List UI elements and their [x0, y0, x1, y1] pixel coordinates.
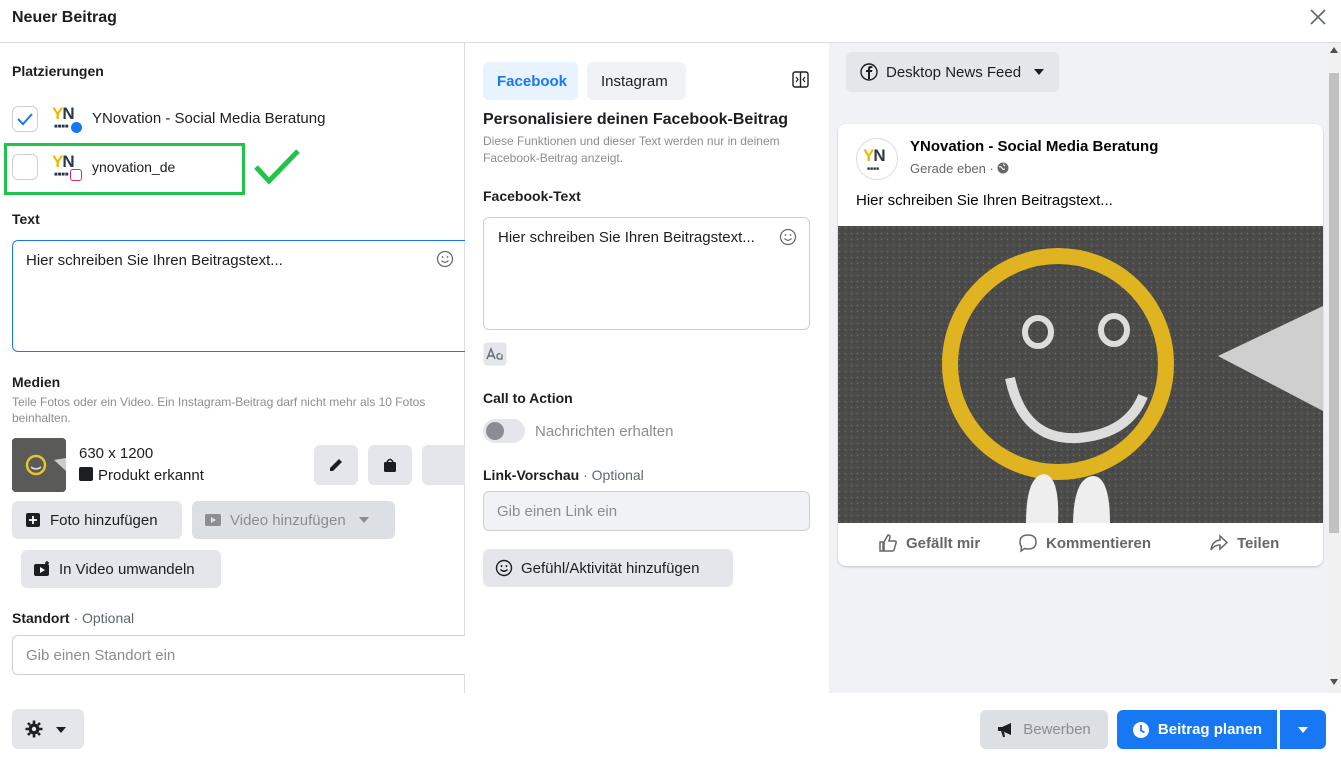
scroll-down-icon[interactable] — [1330, 679, 1338, 685]
scroll-thumb[interactable] — [1329, 73, 1339, 533]
convert-to-video-button[interactable]: In Video umwandeln — [21, 550, 221, 588]
add-photo-button[interactable]: Foto hinzufügen — [12, 501, 182, 539]
tab-instagram[interactable]: Instagram — [587, 62, 686, 100]
post-time: Gerade eben · — [910, 161, 1009, 176]
link-preview-title: Link-Vorschau · Optional — [483, 467, 644, 483]
facebook-text-input[interactable]: Hier schreiben Sie Ihren Beitragstext... — [483, 217, 810, 330]
emoji-icon[interactable] — [779, 228, 797, 246]
schedule-options-button[interactable] — [1280, 710, 1326, 749]
post-actions: Gefällt mir Kommentieren Teilen — [838, 523, 1323, 566]
media-thumbnail[interactable] — [12, 438, 66, 492]
pencil-icon — [330, 459, 342, 471]
gear-icon — [25, 720, 43, 738]
green-checkmark-icon — [254, 149, 300, 185]
cta-toggle-label: Nachrichten erhalten — [535, 423, 674, 440]
close-icon[interactable] — [1309, 8, 1327, 26]
facebook-icon — [860, 63, 878, 81]
feed-type-select[interactable]: Desktop News Feed — [846, 52, 1060, 92]
thumbs-up-icon — [879, 534, 897, 552]
comment-button[interactable]: Kommentieren — [1018, 533, 1151, 553]
left-column: Platzierungen YN ■■■■ YNovation - Social… — [0, 43, 465, 693]
video-convert-icon — [34, 561, 49, 576]
edit-media-button[interactable] — [314, 445, 358, 485]
avatar: YN ■■■■ — [856, 138, 898, 180]
dialog-footer: Bewerben Beitrag planen — [0, 693, 1341, 757]
chevron-down-icon — [56, 727, 66, 733]
chevron-down-icon — [1034, 69, 1045, 75]
media-title: Medien — [12, 374, 61, 390]
like-button[interactable]: Gefällt mir — [878, 533, 980, 553]
post-image[interactable] — [838, 226, 1323, 523]
toggle-knob — [486, 422, 504, 440]
facebook-text-value: Hier schreiben Sie Ihren Beitragstext... — [498, 229, 755, 246]
comment-icon — [1019, 534, 1037, 553]
placement-row-facebook[interactable]: YN ■■■■ YNovation - Social Media Beratun… — [12, 104, 432, 134]
scroll-up-icon[interactable] — [1330, 47, 1338, 53]
placement-name: YNovation - Social Media Beratung — [92, 110, 326, 127]
add-video-button[interactable]: Video hinzufügen — [192, 501, 395, 539]
chevron-down-icon — [358, 517, 369, 523]
facebook-text-title: Facebook-Text — [483, 188, 581, 204]
facebook-icon — [70, 121, 83, 134]
personalize-title: Personalisiere deinen Facebook-Beitrag — [483, 111, 788, 128]
clock-icon — [1132, 721, 1149, 738]
preview-panel: Desktop News Feed YN ■■■■ YNovation - So… — [829, 43, 1341, 693]
more-media-button[interactable] — [422, 445, 465, 485]
post-text-input[interactable]: Hier schreiben Sie Ihren Beitragstext... — [12, 240, 465, 352]
schedule-post-button[interactable]: Beitrag planen — [1117, 710, 1277, 749]
chevron-down-icon — [1298, 727, 1308, 733]
placement-checkbox-facebook[interactable] — [12, 106, 38, 132]
megaphone-icon — [998, 722, 1012, 737]
post-text: Hier schreiben Sie Ihren Beitragstext... — [856, 192, 1113, 209]
tab-facebook[interactable]: Facebook — [483, 62, 578, 100]
promote-button[interactable]: Bewerben — [980, 710, 1108, 749]
product-detected: Produkt erkannt — [79, 467, 204, 484]
media-description: Teile Fotos oder ein Video. Ein Instagra… — [12, 395, 426, 425]
share-icon — [1210, 534, 1229, 551]
shopping-bag-icon — [384, 458, 396, 472]
page-logo: YN ■■■■ — [52, 104, 84, 134]
add-photo-icon — [26, 513, 40, 527]
location-input[interactable]: Gib einen Standort ein — [12, 635, 465, 675]
add-feeling-button[interactable]: Gefühl/Aktivität hinzufügen — [483, 549, 733, 587]
page-name: YNovation - Social Media Beratung — [910, 138, 1159, 155]
settings-button[interactable] — [12, 709, 84, 749]
tag-product-button[interactable] — [368, 445, 412, 485]
post-preview-card: YN ■■■■ YNovation - Social Media Beratun… — [838, 124, 1323, 566]
dialog-header: Neuer Beitrag — [0, 0, 1341, 43]
text-format-icon[interactable] — [483, 342, 507, 366]
personalize-description: Diese Funktionen und dieser Text werden … — [483, 134, 780, 165]
preview-scrollbar[interactable] — [1327, 43, 1341, 693]
video-icon — [205, 514, 221, 526]
globe-icon — [997, 162, 1009, 174]
share-button[interactable]: Teilen — [1209, 533, 1279, 553]
middle-column: Facebook Instagram Personalisiere deinen… — [466, 43, 828, 693]
checkmark-icon — [17, 113, 33, 126]
post-text-value: Hier schreiben Sie Ihren Beitragstext... — [26, 252, 283, 269]
media-dimensions: 630 x 1200 — [79, 445, 154, 462]
link-input[interactable]: Gib einen Link ein — [483, 491, 810, 531]
split-view-icon[interactable] — [792, 71, 809, 88]
location-title: Standort · Optional — [12, 610, 135, 626]
cta-title: Call to Action — [483, 390, 573, 406]
highlight-box — [4, 143, 245, 195]
shopping-bag-icon — [79, 467, 93, 481]
smiley-icon — [495, 559, 513, 577]
dialog-title: Neuer Beitrag — [12, 9, 117, 26]
text-title: Text — [12, 211, 40, 227]
emoji-icon[interactable] — [436, 250, 454, 268]
placements-title: Platzierungen — [12, 63, 104, 79]
cta-toggle[interactable] — [483, 419, 525, 443]
